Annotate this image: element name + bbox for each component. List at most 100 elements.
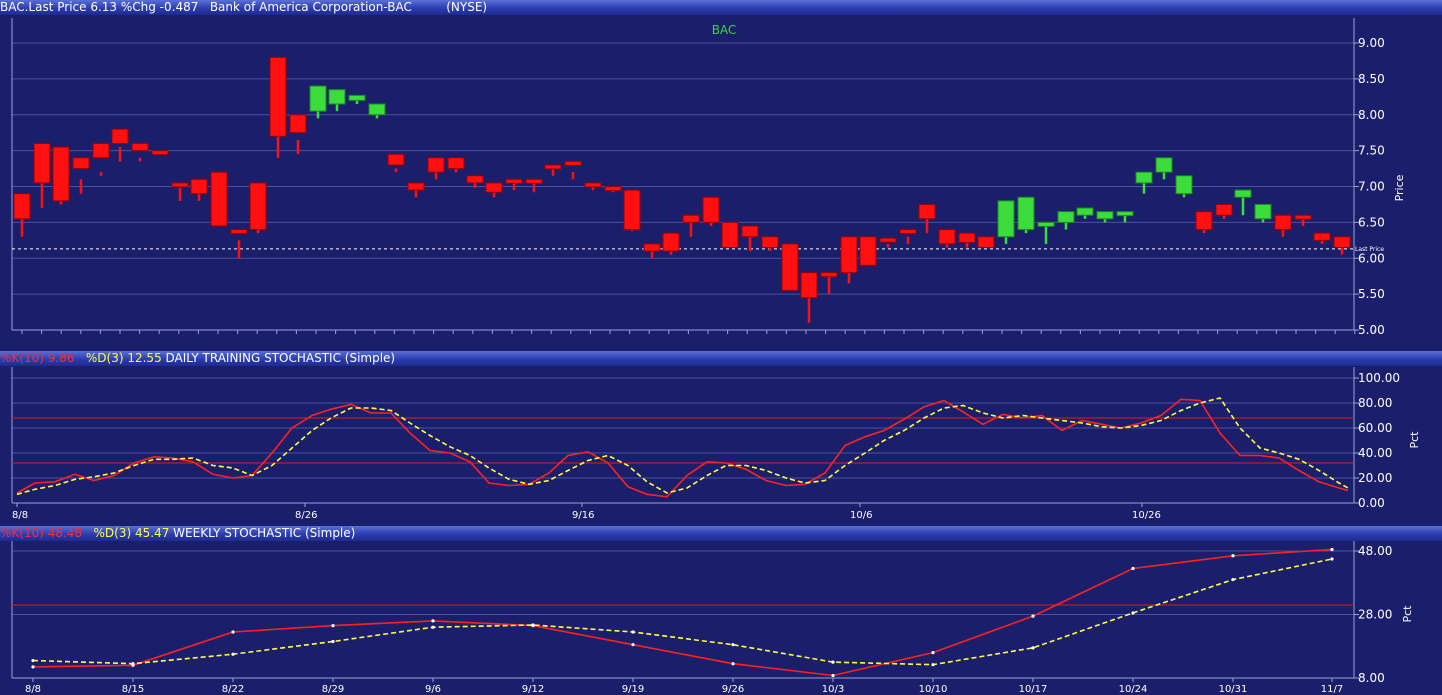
weekly-point: [531, 623, 535, 627]
weekly-point: [1231, 554, 1235, 558]
candle-body: [1294, 214, 1312, 220]
candle-body: [781, 243, 799, 292]
candle-body: [623, 189, 641, 231]
candle-body: [52, 146, 70, 202]
candlestick: [1057, 211, 1075, 230]
weekly-point: [831, 660, 835, 664]
price-tick-label: 6.50: [1358, 215, 1385, 229]
weekly-x-label: 8/22: [222, 684, 244, 695]
candle-body: [151, 150, 169, 156]
candlestick: [1116, 211, 1134, 223]
candle-body: [131, 142, 149, 152]
candlestick: [958, 232, 976, 248]
candlestick: [1175, 175, 1193, 198]
candlestick: [1076, 207, 1094, 219]
candle-body: [604, 186, 622, 191]
weekly-x-label: 10/10: [919, 684, 948, 695]
candlestick: [1096, 211, 1114, 223]
weekly-point: [831, 673, 835, 678]
candlestick: [1254, 203, 1272, 223]
weekly-x-label: 9/26: [722, 684, 744, 695]
stock-chart-window: BAC.Last Price 6.13 %Chg -0.487 Bank of …: [0, 0, 1442, 695]
candlestick: [447, 157, 465, 173]
candlestick: [840, 236, 858, 284]
weekly-point: [431, 625, 435, 629]
price-tick-label: 7.50: [1358, 144, 1385, 158]
candle-body: [92, 142, 110, 159]
candle-body: [111, 128, 129, 144]
candlestick: [820, 272, 838, 295]
candlestick: [604, 186, 622, 193]
candle-body: [1037, 221, 1055, 227]
weekly-point: [231, 630, 235, 634]
weekly-x-label: 10/24: [1119, 684, 1148, 695]
weekly-point: [1031, 614, 1035, 618]
candle-body: [702, 196, 720, 223]
daily-axis-label: Pct: [1408, 431, 1421, 449]
candlestick: [564, 160, 582, 180]
candlestick: [1294, 214, 1312, 226]
candle-body: [1195, 211, 1213, 231]
candle-body: [505, 178, 523, 184]
daily-tick-label: 60.00: [1358, 421, 1392, 435]
candle-body: [977, 236, 995, 248]
daily-tick-label: 0.00: [1358, 496, 1385, 510]
weekly-point: [631, 643, 635, 647]
candle-body: [269, 56, 287, 137]
candle-body: [230, 229, 248, 235]
candle-body: [13, 193, 31, 220]
candlestick: [1155, 157, 1173, 180]
candle-body: [643, 243, 661, 252]
candlestick: [111, 128, 129, 162]
price-axis-label: Price: [1393, 174, 1406, 201]
candlestick: [33, 142, 51, 209]
candle-body: [1155, 157, 1173, 173]
candlestick: [1313, 232, 1331, 244]
candle-body: [289, 114, 307, 134]
daily-x-label: 9/16: [572, 510, 594, 521]
candlestick: [92, 142, 110, 176]
price-tick-label: 6.00: [1358, 251, 1385, 265]
weekly-d-line: [32, 558, 1333, 666]
candlestick: [623, 189, 641, 231]
candle-body: [938, 229, 956, 245]
candlestick: [485, 182, 503, 198]
candle-body: [427, 157, 445, 173]
candlestick: [1234, 189, 1252, 216]
candle-body: [1135, 171, 1153, 184]
candlestick: [800, 272, 818, 323]
candle-body: [761, 236, 779, 248]
daily-x-label: 10/6: [850, 510, 872, 521]
candle-body: [800, 272, 818, 299]
candlestick: [938, 229, 956, 248]
weekly-point: [131, 662, 135, 666]
candlestick: [407, 182, 425, 198]
candle-body: [368, 103, 386, 116]
candle-body: [485, 182, 503, 193]
candlestick: [151, 150, 169, 156]
candlestick: [269, 56, 287, 158]
candlestick: [741, 225, 759, 252]
candlestick: [427, 157, 445, 180]
candle-body: [1017, 196, 1035, 231]
candlestick: [387, 153, 405, 173]
candlestick: [249, 182, 267, 234]
candlestick: [1195, 211, 1213, 234]
candlestick: [309, 85, 327, 119]
weekly-x-label: 8/15: [122, 684, 144, 695]
weekly-x-label: 9/6: [425, 684, 441, 695]
candle-body: [1234, 189, 1252, 198]
candlestick: [1274, 214, 1292, 237]
candle-body: [1313, 232, 1331, 241]
daily-tick-label: 80.00: [1358, 396, 1392, 410]
candle-body: [1175, 175, 1193, 195]
candle-body: [662, 232, 680, 252]
candlestick: [584, 182, 602, 191]
candlestick: [72, 157, 90, 194]
candle-body: [525, 178, 543, 184]
daily-x-label: 8/8: [12, 510, 28, 521]
candle-body: [918, 203, 936, 220]
candlestick: [1333, 236, 1351, 255]
daily-tick-label: 40.00: [1358, 446, 1392, 460]
candlestick: [328, 89, 346, 112]
